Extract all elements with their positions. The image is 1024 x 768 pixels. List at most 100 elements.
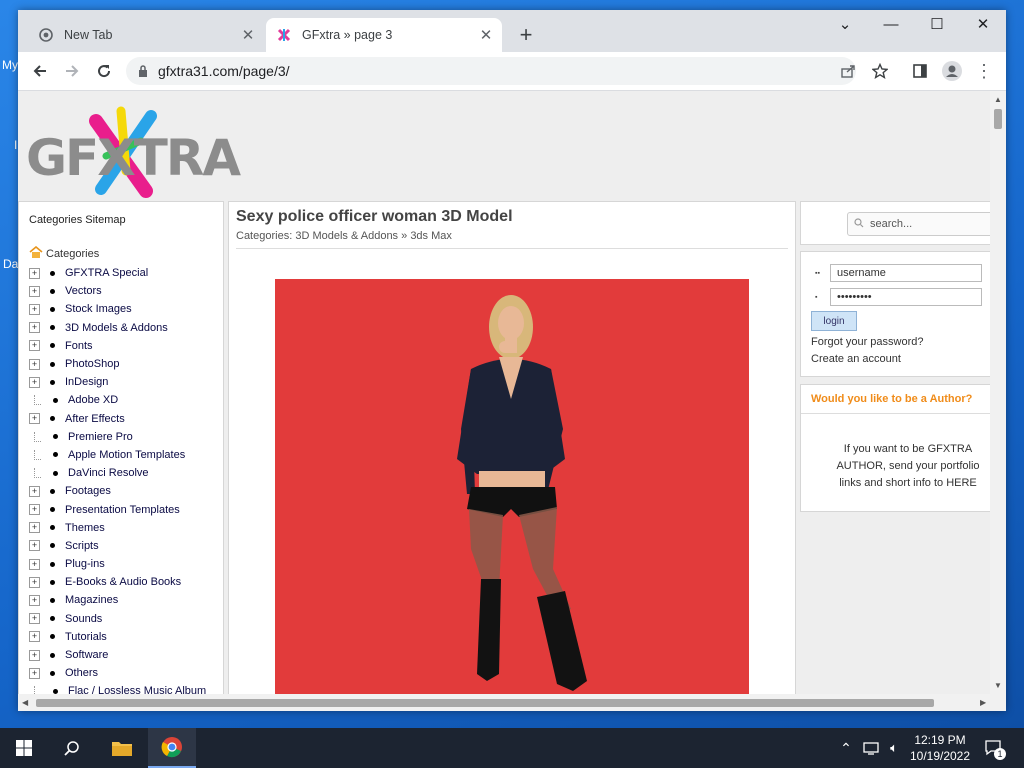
expand-plus-icon[interactable]: +	[29, 594, 40, 606]
expand-plus-icon[interactable]: +	[29, 485, 40, 497]
tab-search-chevron-icon[interactable]: ⌄	[822, 10, 868, 42]
network-icon[interactable]	[860, 728, 882, 768]
expand-plus-icon[interactable]: +	[29, 322, 40, 334]
category-item[interactable]: Flac / Lossless Music Album	[29, 682, 206, 694]
categories-header[interactable]: Categories	[29, 245, 99, 261]
category-item[interactable]: + Others	[29, 664, 206, 682]
category-item[interactable]: + Plug-ins	[29, 555, 206, 573]
scroll-left-icon[interactable]: ◀	[22, 698, 28, 707]
category-item[interactable]: Apple Motion Templates	[29, 446, 206, 464]
address-bar[interactable]: gfxtra31.com/page/3/	[126, 57, 856, 85]
category-label[interactable]: Vectors	[65, 285, 102, 297]
category-item[interactable]: + Tutorials	[29, 628, 206, 646]
forward-arrow-icon[interactable]	[58, 57, 86, 85]
create-account-link[interactable]: Create an account	[811, 353, 901, 365]
reload-icon[interactable]	[90, 57, 118, 85]
category-item[interactable]: + PhotoShop	[29, 355, 206, 373]
category-item[interactable]: + GFXTRA Special	[29, 264, 206, 282]
category-label[interactable]: PhotoShop	[65, 358, 119, 370]
new-tab-button[interactable]: +	[512, 22, 540, 50]
chrome-taskbar-icon[interactable]	[148, 728, 196, 768]
scroll-thumb[interactable]	[994, 109, 1002, 129]
category-label[interactable]: 3D Models & Addons	[65, 322, 168, 334]
chevron-up-icon[interactable]: ⌃	[836, 728, 856, 768]
categories-sitemap-link[interactable]: Categories Sitemap	[29, 214, 126, 226]
category-item[interactable]: + E-Books & Audio Books	[29, 573, 206, 591]
post-preview-image[interactable]	[275, 279, 749, 694]
close-tab-icon[interactable]: ✕	[238, 26, 258, 44]
scroll-down-icon[interactable]: ▼	[994, 681, 1002, 690]
profile-avatar-icon[interactable]	[938, 57, 966, 85]
windows-start-icon[interactable]	[0, 728, 48, 768]
vertical-scrollbar[interactable]: ▲ ▼	[990, 91, 1006, 694]
category-item[interactable]: Adobe XD	[29, 391, 206, 409]
category-label[interactable]: DaVinci Resolve	[68, 467, 149, 479]
category-label[interactable]: Stock Images	[65, 303, 132, 315]
desktop-icon-label[interactable]: I	[14, 138, 17, 152]
category-label[interactable]: GFXTRA Special	[65, 267, 148, 279]
category-label[interactable]: Themes	[65, 522, 105, 534]
category-item[interactable]: + Fonts	[29, 337, 206, 355]
file-explorer-icon[interactable]	[98, 728, 146, 768]
expand-plus-icon[interactable]: +	[29, 358, 40, 370]
category-label[interactable]: Fonts	[65, 340, 93, 352]
bookmark-star-icon[interactable]	[866, 57, 894, 85]
post-title[interactable]: Sexy police officer woman 3D Model	[236, 208, 513, 226]
category-item[interactable]: DaVinci Resolve	[29, 464, 206, 482]
expand-plus-icon[interactable]: +	[29, 522, 40, 534]
username-field[interactable]	[830, 264, 982, 282]
category-label[interactable]: Adobe XD	[68, 394, 118, 406]
horizontal-scrollbar[interactable]: ◀ ▶	[18, 694, 1006, 711]
scroll-right-icon[interactable]: ▶	[980, 698, 986, 707]
expand-plus-icon[interactable]: +	[29, 376, 40, 388]
expand-plus-icon[interactable]: +	[29, 540, 40, 552]
category-item[interactable]: + Scripts	[29, 537, 206, 555]
category-label[interactable]: Apple Motion Templates	[68, 449, 185, 461]
system-clock[interactable]: 12:19 PM 10/19/2022	[902, 732, 978, 764]
search-input[interactable]: search...	[847, 212, 990, 236]
tab-gfxtra[interactable]: GFxtra » page 3 ✕	[266, 18, 502, 52]
category-label[interactable]: Presentation Templates	[65, 504, 180, 516]
scroll-thumb[interactable]	[36, 699, 934, 707]
category-item[interactable]: + Sounds	[29, 610, 206, 628]
notifications-icon[interactable]: 1	[982, 728, 1006, 768]
category-link[interactable]: 3ds Max	[410, 230, 452, 242]
scroll-up-icon[interactable]: ▲	[994, 95, 1002, 104]
menu-kebab-icon[interactable]: ⋮	[970, 57, 998, 85]
category-item[interactable]: + Vectors	[29, 282, 206, 300]
category-label[interactable]: InDesign	[65, 376, 108, 388]
maximize-icon[interactable]: ☐	[914, 10, 960, 42]
expand-plus-icon[interactable]: +	[29, 267, 40, 279]
category-item[interactable]: + Themes	[29, 519, 206, 537]
category-item[interactable]: Premiere Pro	[29, 428, 206, 446]
category-label[interactable]: After Effects	[65, 413, 125, 425]
expand-plus-icon[interactable]: +	[29, 631, 40, 643]
category-label[interactable]: Tutorials	[65, 631, 107, 643]
category-label[interactable]: E-Books & Audio Books	[65, 576, 181, 588]
category-label[interactable]: Sounds	[65, 613, 102, 625]
expand-plus-icon[interactable]: +	[29, 504, 40, 516]
category-item[interactable]: + Presentation Templates	[29, 500, 206, 518]
category-label[interactable]: Scripts	[65, 540, 99, 552]
category-item[interactable]: + Footages	[29, 482, 206, 500]
expand-plus-icon[interactable]: +	[29, 558, 40, 570]
category-item[interactable]: + InDesign	[29, 373, 206, 391]
close-window-icon[interactable]: ✕	[960, 10, 1006, 42]
expand-plus-icon[interactable]: +	[29, 613, 40, 625]
share-icon[interactable]	[834, 57, 862, 85]
search-icon[interactable]	[48, 728, 96, 768]
tab-new-tab[interactable]: New Tab ✕	[28, 18, 264, 52]
expand-plus-icon[interactable]: +	[29, 667, 40, 679]
expand-plus-icon[interactable]: +	[29, 413, 40, 425]
category-item[interactable]: + Stock Images	[29, 300, 206, 318]
expand-plus-icon[interactable]: +	[29, 649, 40, 661]
desktop-icon-label[interactable]: Da	[3, 257, 18, 271]
category-label[interactable]: Flac / Lossless Music Album	[68, 685, 206, 694]
category-item[interactable]: + After Effects	[29, 410, 206, 428]
category-label[interactable]: Software	[65, 649, 108, 661]
login-button[interactable]: login	[811, 311, 857, 331]
author-info-text[interactable]: If you want to be GFXTRA AUTHOR, send yo…	[831, 441, 985, 492]
category-item[interactable]: +3D Models & Addons	[29, 319, 206, 337]
expand-plus-icon[interactable]: +	[29, 303, 40, 315]
back-arrow-icon[interactable]	[26, 57, 54, 85]
